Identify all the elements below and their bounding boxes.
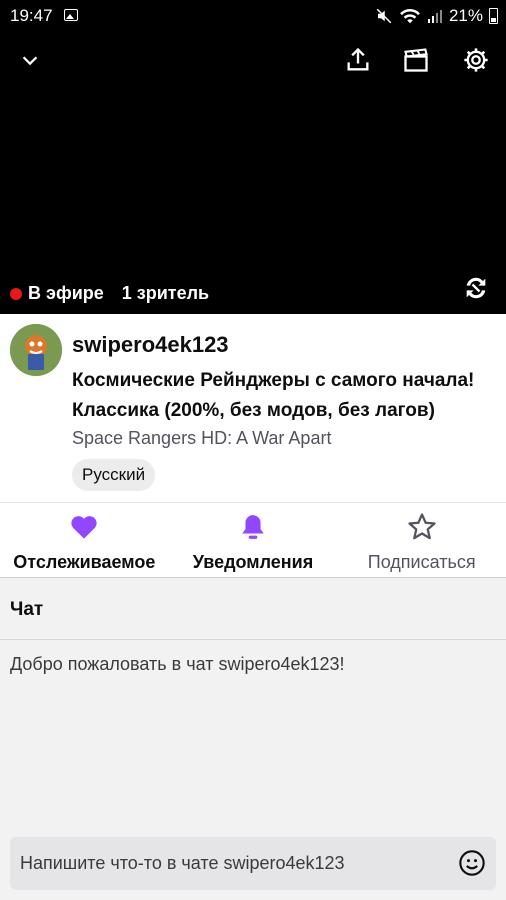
clip-icon	[404, 48, 428, 72]
notifications-button[interactable]: Уведомления	[169, 503, 338, 577]
chat-welcome-message: Добро пожаловать в чат swipero4ek123!	[10, 654, 345, 674]
chat-header: Чат	[0, 580, 506, 640]
wifi-icon	[400, 8, 420, 24]
share-button[interactable]	[338, 40, 378, 80]
chat-title: Чат	[10, 598, 44, 620]
clip-button[interactable]	[396, 40, 436, 80]
status-bar: 19:47 21%	[0, 0, 506, 32]
rotate-button[interactable]	[456, 268, 496, 308]
heart-icon	[71, 516, 97, 539]
signal-icon	[427, 10, 442, 23]
subscribe-button[interactable]: Подписаться	[337, 503, 506, 577]
settings-icon	[464, 48, 488, 72]
video-player[interactable]: В эфире 1 зритель	[0, 32, 506, 314]
follow-button[interactable]: Отслеживаемое	[0, 503, 169, 577]
heart-icon-wrap	[70, 510, 98, 544]
live-indicator: В эфире 1 зритель	[10, 283, 209, 304]
channel-info: swipero4ek123 Космические Рейнджеры с са…	[0, 314, 506, 502]
chat-input-box	[10, 837, 496, 890]
battery-icon	[489, 8, 498, 24]
channel-actions: Отслеживаемое Уведомления Подписаться	[0, 502, 506, 578]
star-icon-wrap	[407, 510, 437, 544]
live-label: В эфире	[28, 283, 104, 303]
status-time: 19:47	[10, 6, 53, 25]
chevron-down-icon	[22, 56, 38, 66]
follow-label: Отслеживаемое	[13, 552, 156, 572]
channel-name[interactable]: swipero4ek123	[72, 332, 229, 358]
chat-input[interactable]	[10, 837, 496, 890]
emoji-button[interactable]	[458, 849, 486, 877]
subscribe-label: Подписаться	[367, 552, 476, 572]
language-tag[interactable]: Русский	[72, 459, 156, 491]
rotate-icon	[466, 277, 486, 299]
settings-button[interactable]	[456, 40, 496, 80]
avatar-image	[10, 324, 62, 376]
status-icons: 21%	[375, 6, 498, 26]
battery-percent: 21%	[448, 6, 483, 25]
share-icon	[347, 47, 369, 71]
mute-icon	[376, 8, 392, 24]
stream-title: Космические Рейнджеры с самого начала! К…	[72, 370, 475, 421]
bell-icon-wrap	[240, 510, 266, 544]
viewer-count: 1 зритель	[121, 283, 210, 303]
gallery-notification-icon	[64, 9, 78, 21]
bell-icon	[242, 515, 264, 539]
avatar[interactable]	[10, 324, 62, 376]
minimize-button[interactable]	[10, 40, 50, 80]
emoji-icon	[459, 850, 485, 876]
star-icon	[408, 513, 436, 540]
game-name[interactable]: Space Rangers HD: A War Apart	[72, 428, 331, 449]
live-dot	[10, 287, 22, 300]
notifications-label: Уведомления	[192, 552, 314, 572]
